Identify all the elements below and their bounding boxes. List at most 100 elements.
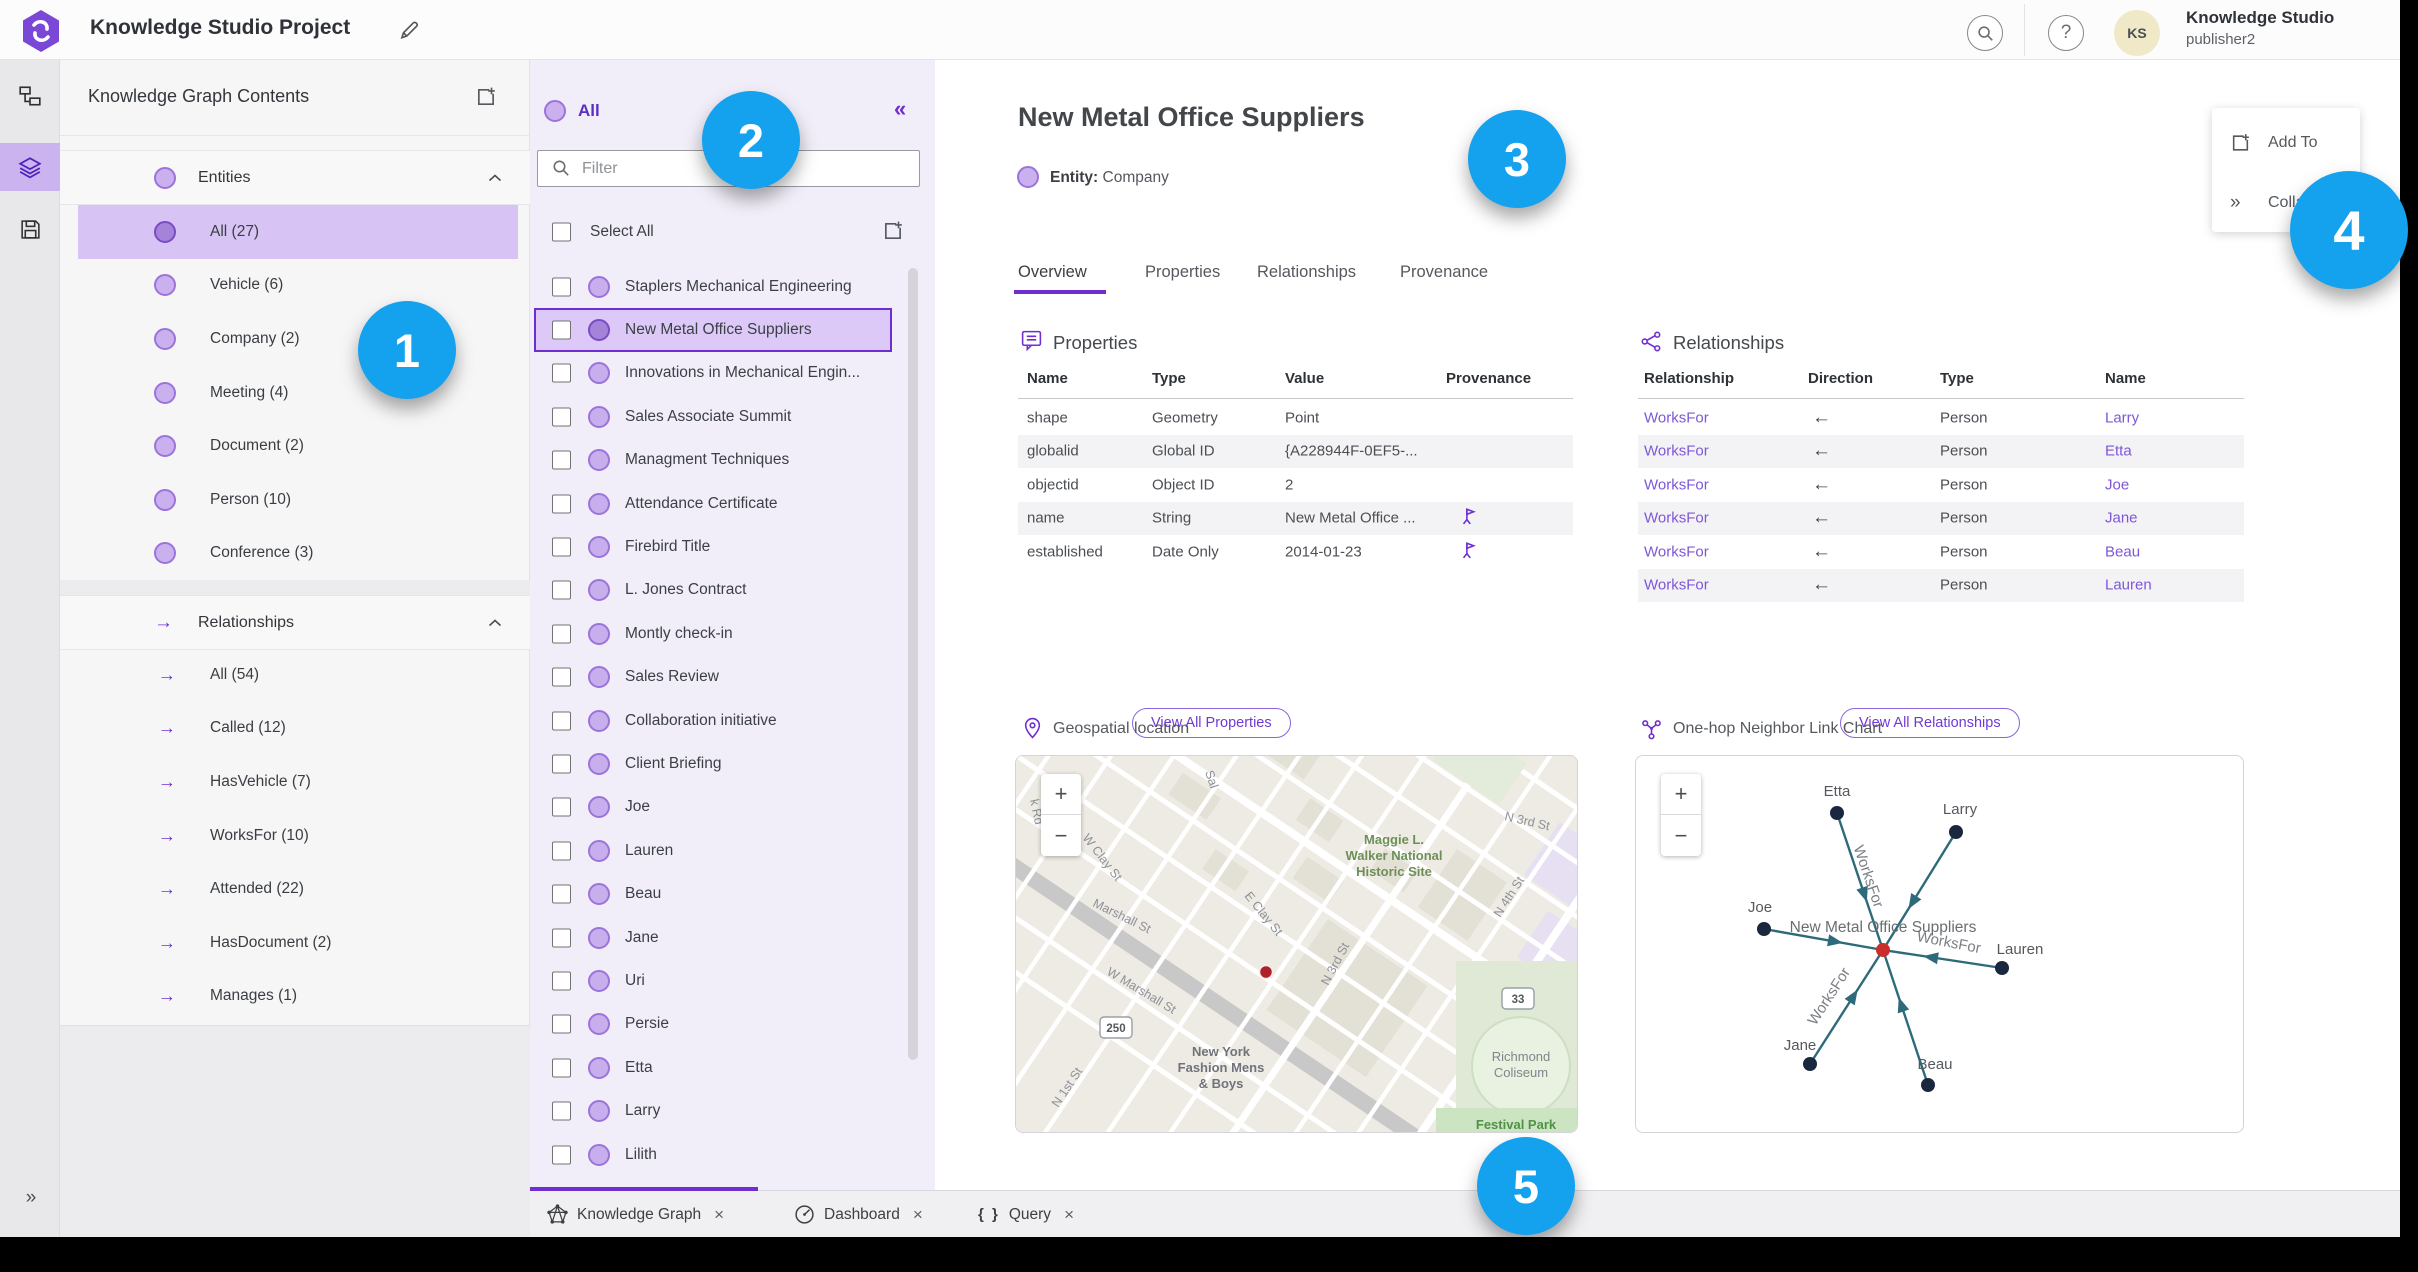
graph-item[interactable]: Managment Techniques — [530, 439, 935, 482]
entity-type-item[interactable]: Vehicle (6) — [60, 259, 530, 313]
graph-node[interactable] — [1830, 806, 1844, 820]
relationship-type-item[interactable]: → All (54) — [60, 648, 530, 702]
graph-item[interactable]: Innovations in Mechanical Engin... — [530, 352, 935, 395]
graph-item[interactable]: Sales Review — [530, 656, 935, 699]
avatar[interactable]: KS — [2114, 10, 2160, 56]
relationships-section-header[interactable]: → Relationships — [60, 595, 530, 650]
layers-button[interactable] — [0, 143, 60, 191]
related-name-link[interactable]: Jane — [2105, 510, 2138, 527]
item-checkbox[interactable] — [552, 797, 571, 817]
item-checkbox[interactable] — [552, 624, 571, 644]
graph-item[interactable]: Beau — [530, 872, 935, 915]
schema-hierarchy-button[interactable] — [0, 72, 60, 120]
chevron-up-icon[interactable] — [488, 173, 502, 182]
graph-item[interactable]: Larry — [530, 1089, 935, 1132]
close-tab-icon[interactable]: × — [913, 1205, 923, 1225]
relationship-link[interactable]: WorksFor — [1644, 476, 1709, 493]
item-checkbox[interactable] — [552, 754, 571, 774]
map-canvas[interactable]: k RdW Clay StSalMaggie L.Walker National… — [1016, 756, 1578, 1133]
related-name-link[interactable]: Larry — [2105, 409, 2139, 426]
tab-overview[interactable]: Overview — [1018, 263, 1087, 282]
relationship-link[interactable]: WorksFor — [1644, 409, 1709, 426]
item-checkbox[interactable] — [552, 667, 571, 687]
relationship-link[interactable]: WorksFor — [1644, 443, 1709, 460]
graph-item[interactable]: Lauren — [530, 829, 935, 872]
search-button[interactable] — [1967, 15, 2003, 51]
item-checkbox[interactable] — [552, 537, 571, 557]
center-graph-node[interactable] — [1876, 943, 1890, 957]
tab-relationships[interactable]: Relationships — [1257, 263, 1356, 282]
related-name-link[interactable]: Lauren — [2105, 577, 2152, 594]
scrollbar[interactable] — [908, 268, 918, 1060]
add-to-new-icon[interactable] — [882, 220, 904, 242]
entity-type-item[interactable]: Meeting (4) — [60, 366, 530, 420]
graph-item[interactable]: Sales Associate Summit — [530, 395, 935, 438]
graph-item[interactable]: Lilith — [530, 1133, 935, 1176]
entity-type-item[interactable]: Company (2) — [60, 312, 530, 366]
graph-item[interactable]: Persie — [530, 1003, 935, 1046]
collapse-panel-icon[interactable]: « — [894, 96, 906, 122]
graph-node[interactable] — [1949, 825, 1963, 839]
graph-node[interactable] — [1757, 922, 1771, 936]
relationship-link[interactable]: WorksFor — [1644, 510, 1709, 527]
bottom-tab-query[interactable]: { } Query × — [978, 1191, 1074, 1238]
item-checkbox[interactable] — [552, 494, 571, 514]
graph-node[interactable] — [1921, 1078, 1935, 1092]
item-checkbox[interactable] — [552, 884, 571, 904]
provenance-flag-icon[interactable] — [1460, 507, 1476, 525]
zoom-out-button[interactable]: − — [1041, 815, 1081, 856]
entity-type-item[interactable]: All (27) — [60, 205, 530, 259]
entities-section-header[interactable]: Entities — [60, 150, 530, 205]
relationship-type-item[interactable]: → HasVehicle (7) — [60, 755, 530, 809]
graph-item[interactable]: Etta — [530, 1046, 935, 1089]
item-checkbox[interactable] — [552, 1101, 571, 1121]
close-tab-icon[interactable]: × — [1064, 1205, 1074, 1225]
link-chart-canvas[interactable]: WorksForWorksForWorksForNew Metal Office… — [1636, 756, 2244, 1133]
relationship-type-item[interactable]: → WorksFor (10) — [60, 809, 530, 863]
item-checkbox[interactable] — [552, 841, 571, 861]
bottom-tab-dashboard[interactable]: Dashboard × — [794, 1191, 923, 1238]
graph-item[interactable]: Client Briefing — [530, 742, 935, 785]
graph-item[interactable]: Attendance Certificate — [530, 482, 935, 525]
save-button[interactable] — [0, 205, 60, 253]
item-checkbox[interactable] — [552, 450, 571, 470]
add-to-menu-item[interactable]: Add To — [2212, 118, 2360, 168]
entity-type-item[interactable]: Conference (3) — [60, 527, 530, 581]
related-name-link[interactable]: Etta — [2105, 443, 2132, 460]
graph-item[interactable]: Jane — [530, 916, 935, 959]
graph-item[interactable]: L. Jones Contract — [530, 569, 935, 612]
relationship-type-item[interactable]: → Called (12) — [60, 702, 530, 756]
relationship-type-item[interactable]: → Manages (1) — [60, 970, 530, 1024]
zoom-out-button[interactable]: − — [1661, 815, 1701, 856]
graph-item[interactable]: Firebird Title — [530, 525, 935, 568]
chevron-up-icon[interactable] — [488, 618, 502, 627]
graph-item[interactable]: Uri — [530, 959, 935, 1002]
item-checkbox[interactable] — [552, 1145, 571, 1164]
add-to-new-icon[interactable] — [475, 86, 497, 108]
item-checkbox[interactable] — [552, 580, 571, 600]
entity-type-item[interactable]: Document (2) — [60, 419, 530, 473]
item-checkbox[interactable] — [552, 1014, 571, 1034]
select-all-checkbox[interactable] — [552, 222, 571, 242]
tab-provenance[interactable]: Provenance — [1400, 263, 1488, 282]
related-name-link[interactable]: Joe — [2105, 476, 2129, 493]
tab-properties[interactable]: Properties — [1145, 263, 1220, 282]
zoom-in-button[interactable]: + — [1041, 774, 1081, 815]
graph-item[interactable]: Collaboration initiative — [530, 699, 935, 742]
item-checkbox[interactable] — [552, 711, 571, 731]
item-checkbox[interactable] — [552, 971, 571, 991]
geospatial-map[interactable]: k Rd W Clay St Sal Maggie L. Walker National… — [1015, 755, 1578, 1133]
graph-item[interactable]: New Metal Office Suppliers — [534, 308, 892, 352]
help-button[interactable]: ? — [2048, 15, 2084, 51]
edit-title-pencil-icon[interactable] — [398, 19, 420, 41]
one-hop-link-chart[interactable]: WorksFor WorksFor WorksFor New Metal Office… — [1635, 755, 2244, 1133]
zoom-in-button[interactable]: + — [1661, 774, 1701, 815]
graph-item[interactable]: Staplers Mechanical Engineering — [530, 265, 935, 308]
provenance-flag-icon[interactable] — [1460, 541, 1476, 559]
item-checkbox[interactable] — [552, 407, 571, 427]
graph-node[interactable] — [1995, 961, 2009, 975]
entity-type-item[interactable]: Person (10) — [60, 473, 530, 527]
item-checkbox[interactable] — [552, 277, 571, 297]
graph-item[interactable]: Montly check-in — [530, 612, 935, 655]
related-name-link[interactable]: Beau — [2105, 543, 2140, 560]
